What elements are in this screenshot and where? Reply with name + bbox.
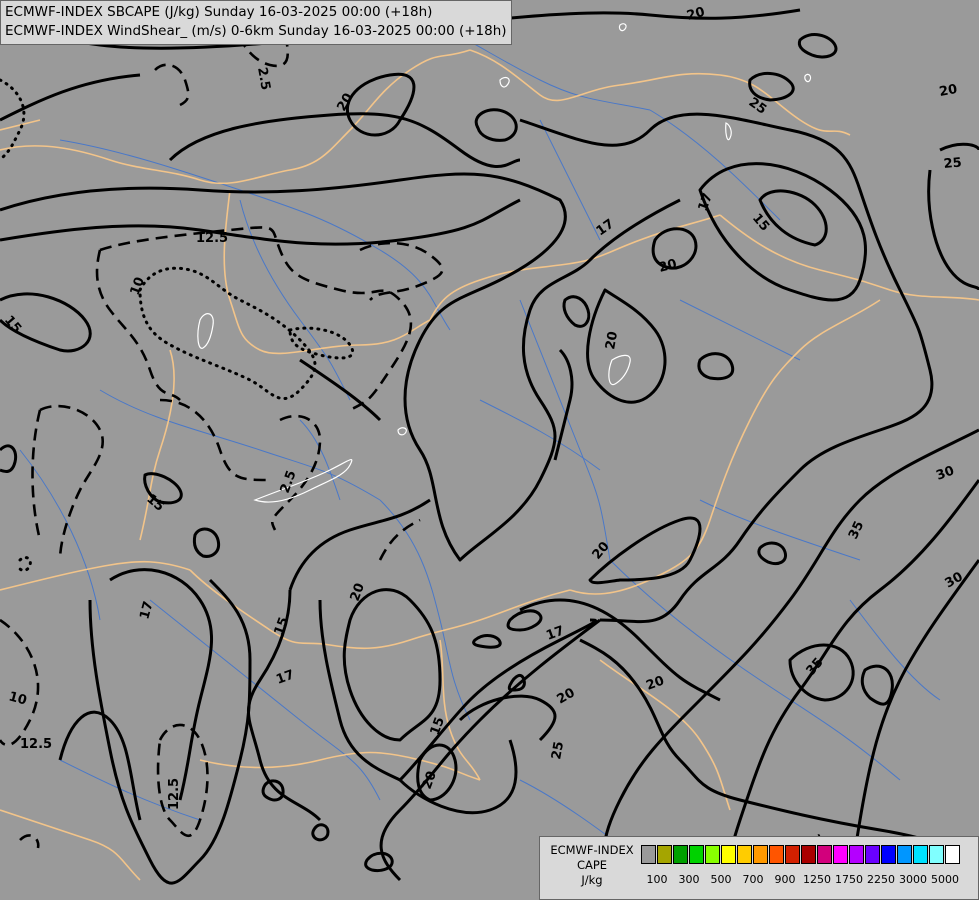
contour-label: 12.5 [167,778,182,810]
legend-tick-label: 100 [646,873,668,886]
cape-legend: ECMWF-INDEX CAPE J/kg 100 300 500 700 900 125… [539,836,979,900]
map-background [0,0,979,900]
contour-label: 12.5 [196,231,228,246]
legend-swatch [657,845,672,864]
legend-swatch [721,845,736,864]
contour-label: 12.5 [20,737,52,752]
legend-swatch [849,845,864,864]
legend-swatch [897,845,912,864]
legend-swatch [913,845,928,864]
legend-swatch [833,845,848,864]
map-title-box: ECMWF-INDEX SBCAPE (J/kg) Sunday 16-03-2… [0,0,512,45]
legend-swatch [737,845,752,864]
legend-title: ECMWF-INDEX CAPE J/kg [544,843,640,888]
legend-swatch [865,845,880,864]
legend-swatch [945,845,960,864]
contour-label: 25 [943,155,962,172]
legend-swatch [705,845,720,864]
legend-tick-label: 500 [710,873,732,886]
legend-tick-label: 300 [678,873,700,886]
legend-title-param: CAPE [576,858,608,872]
contour-label: 25 [549,740,567,760]
contour-label: 20 [938,82,958,100]
legend-swatch [689,845,704,864]
legend-tick-label: 900 [774,873,796,886]
legend-tick-label: 2250 [867,873,895,886]
legend-swatch [753,845,768,864]
legend-swatch [881,845,896,864]
legend-swatch [641,845,656,864]
legend-tick-label: 1250 [803,873,831,886]
legend-title-unit: J/kg [581,873,603,887]
map-title-cape: ECMWF-INDEX SBCAPE (J/kg) Sunday 16-03-2… [5,4,433,20]
legend-title-model: ECMWF-INDEX [550,843,634,857]
legend-swatch [801,845,816,864]
map-title-windshear: ECMWF-INDEX WindShear_ (m/s) 0-6km Sunda… [5,23,507,39]
legend-swatch [673,845,688,864]
contour-label: 20 [603,330,621,350]
legend-swatches [641,845,961,865]
legend-swatch [785,845,800,864]
legend-swatch [817,845,832,864]
legend-swatch [929,845,944,864]
legend-tick-label: 5000 [931,873,959,886]
legend-swatch [769,845,784,864]
weather-map: 20 25 2.5 20 20 17 15 17 20 25 12.5 10 1… [0,0,979,900]
legend-tick-label: 1750 [835,873,863,886]
legend-tick-label: 700 [742,873,764,886]
legend-tick-label: 3000 [899,873,927,886]
